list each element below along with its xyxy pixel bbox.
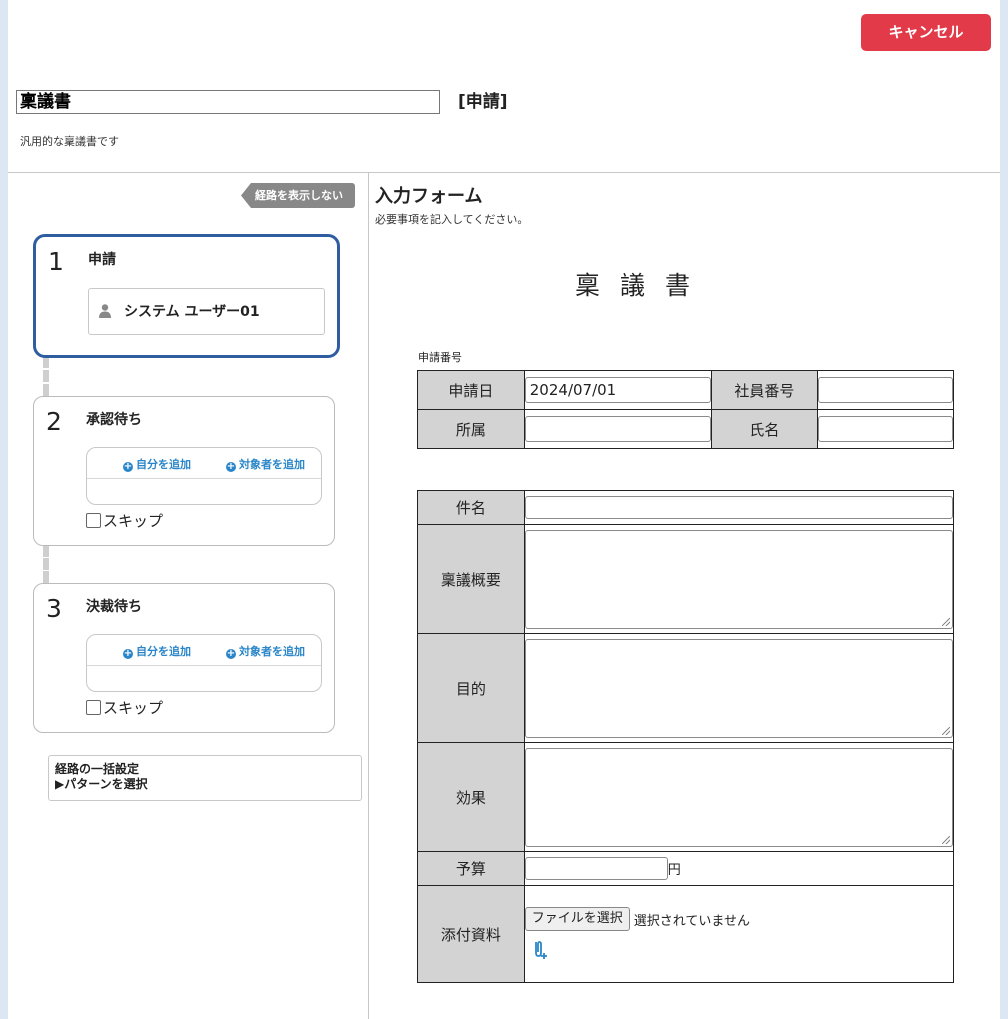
choose-file-button[interactable]: ファイルを選択 [524,907,630,931]
user-card: システム ユーザー01 [88,288,325,335]
subject-input[interactable] [524,496,953,519]
purpose-textarea[interactable] [524,638,953,738]
name-input[interactable] [818,416,953,442]
step-number: 3 [46,594,62,623]
bulk-route-settings: 経路の一括設定 ▶パターンを選択 [48,755,362,801]
divider [87,478,321,479]
step-connector [43,545,49,583]
resize-grip[interactable] [942,617,950,626]
person-icon [99,304,111,318]
user-name: システム ユーザー01 [124,304,260,320]
subject-label: 件名 [417,490,525,525]
purpose-label: 目的 [417,633,525,743]
divider [87,665,321,666]
proposal-table: 件名 稟議概要 目的 効果 予算 円 添付資料 ファイルを選択 選択されていません [417,490,955,983]
step-number: 1 [48,247,64,276]
select-pattern-link[interactable]: ▶パターンを選択 [55,777,361,792]
document-heading: 稟議書 [575,271,711,300]
application-number-label: 申請番号 [418,351,462,364]
add-self-link[interactable]: + 自分を追加 [123,643,191,659]
route-step-2: 2 承認待ち + 自分を追加 + 対象者を追加 スキップ [33,396,335,546]
app-date-label: 申請日 [417,370,525,410]
page: キャンセル 稟議書 [申請] 汎用的な稟議書です 経路を表示しない 1 申請 シ… [8,0,1000,1019]
department-label: 所属 [417,409,525,449]
header-divider [8,172,1000,173]
route-step-1: 1 申請 システム ユーザー01 [33,234,340,358]
applicant-table: 申請日 2024/07/01 社員番号 所属 氏名 [417,370,954,449]
effect-textarea[interactable] [524,747,953,847]
budget-label: 予算 [417,851,525,886]
skip-checkbox[interactable]: スキップ [86,697,163,718]
resize-grip[interactable] [942,835,950,844]
resize-grip[interactable] [942,726,950,735]
skip-checkbox[interactable]: スキップ [86,510,163,531]
hide-route-button[interactable]: 経路を表示しない [241,183,355,208]
cancel-button[interactable]: キャンセル [861,14,991,51]
name-label: 氏名 [710,409,819,449]
file-status: 選択されていません [633,913,750,929]
form-description: 汎用的な稟議書です [20,135,119,148]
plus-circle-icon: + [226,461,236,472]
column-divider [368,172,369,1019]
budget-unit: 円 [667,863,681,878]
summary-textarea[interactable] [524,529,953,629]
app-date-input[interactable]: 2024/07/01 [524,377,711,403]
document-title-field[interactable]: 稟議書 [16,90,440,114]
step-title: 申請 [88,252,116,268]
summary-label: 稟議概要 [417,524,525,634]
plus-circle-icon: + [123,461,133,472]
budget-input[interactable] [524,857,668,880]
step-connector [43,356,49,396]
form-subheading: 必要事項を記入してください。 [375,213,529,226]
employee-no-input[interactable] [818,377,953,403]
step-number: 2 [46,407,62,436]
route-step-3: 3 決裁待ち + 自分を追加 + 対象者を追加 スキップ [33,583,335,733]
step-title: 決裁待ち [86,599,142,615]
department-input[interactable] [524,416,711,442]
add-self-link[interactable]: + 自分を追加 [123,456,191,472]
attach-add-icon[interactable] [531,939,953,965]
attachment-label: 添付資料 [417,885,525,983]
status-label: [申請] [458,92,508,112]
step-title: 承認待ち [86,412,142,428]
approver-box: + 自分を追加 + 対象者を追加 [86,634,322,692]
form-heading: 入力フォーム [375,186,483,207]
checkbox-box[interactable] [86,513,101,528]
checkbox-box[interactable] [86,700,101,715]
effect-label: 効果 [417,742,525,852]
bulk-title: 経路の一括設定 [55,762,140,776]
plus-circle-icon: + [123,648,133,659]
add-target-link[interactable]: + 対象者を追加 [226,456,305,472]
add-target-link[interactable]: + 対象者を追加 [226,643,305,659]
employee-no-label: 社員番号 [710,370,819,410]
plus-circle-icon: + [226,648,236,659]
approver-box: + 自分を追加 + 対象者を追加 [86,447,322,505]
